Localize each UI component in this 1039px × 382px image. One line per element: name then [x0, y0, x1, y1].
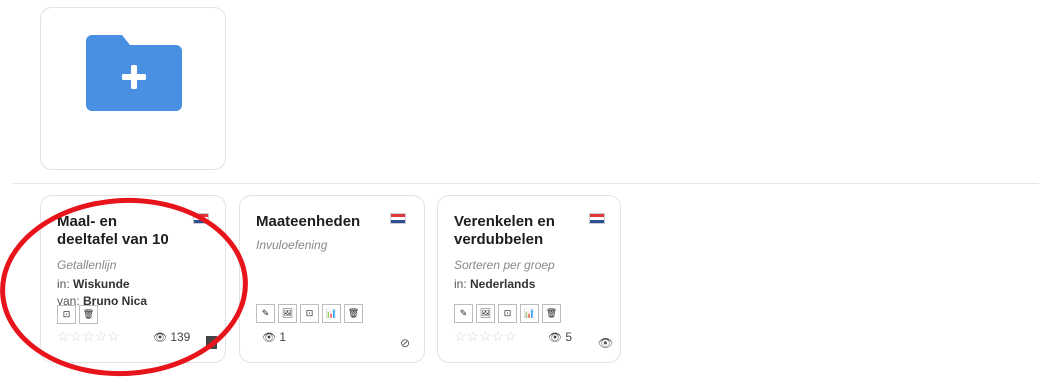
image-icon: 🖼 [479, 308, 492, 318]
folder-icon: ⊡ [503, 308, 512, 318]
dutch-flag-icon [193, 213, 209, 224]
eye-icon: 👁 [153, 332, 167, 344]
stats-button[interactable]: 📊 [520, 304, 539, 323]
edit-button[interactable]: ✎ [256, 304, 275, 323]
visibility-eye-icon[interactable]: 👁 [598, 336, 613, 350]
chart-icon: 📊 [523, 308, 536, 318]
new-folder-card[interactable] [40, 7, 226, 170]
delete-button[interactable]: 🗑 [344, 304, 363, 323]
card-toolbar: ⊡ 🗑 [57, 305, 98, 324]
pencil-icon: ✎ [459, 308, 468, 318]
card-category: in: Nederlands [454, 277, 536, 291]
trash-icon: 🗑 [82, 309, 95, 319]
exercise-card[interactable]: Maal- en deeltafel van 10 Getallenlijn i… [40, 195, 226, 363]
chart-icon: 📊 [325, 308, 338, 318]
view-count: 👁 139 [153, 330, 191, 344]
view-count: 👁 1 [262, 330, 286, 344]
card-title[interactable]: Maateenheden [256, 213, 381, 231]
folder-icon: ⊡ [62, 309, 71, 319]
trash-icon: 🗑 [545, 308, 558, 318]
pencil-icon: ✎ [261, 308, 270, 318]
card-subtitle: Sorteren per groep [454, 258, 555, 272]
trash-icon: 🗑 [347, 308, 360, 318]
section-divider [13, 183, 1039, 184]
card-title[interactable]: Verenkelen en verdubbelen [454, 213, 579, 249]
delete-button[interactable]: 🗑 [542, 304, 561, 323]
card-title[interactable]: Maal- en deeltafel van 10 [57, 213, 182, 249]
delete-button[interactable]: 🗑 [79, 305, 98, 324]
card-category: in: Wiskunde [57, 277, 130, 291]
status-square-icon [206, 336, 217, 349]
dutch-flag-icon [589, 213, 605, 224]
card-subtitle: Getallenlijn [57, 258, 117, 272]
card-toolbar: ✎ 🖼 ⊡ 📊 🗑 [256, 304, 363, 323]
image-button[interactable]: 🖼 [278, 304, 297, 323]
move-folder-button[interactable]: ⊡ [57, 305, 76, 324]
eye-icon: 👁 [548, 332, 562, 344]
rating-stars[interactable]: ☆☆☆☆☆ [454, 328, 517, 345]
exercise-card[interactable]: Maateenheden Invuloefening ✎ 🖼 ⊡ 📊 🗑 👁 1… [239, 195, 425, 363]
move-folder-button[interactable]: ⊡ [300, 304, 319, 323]
eye-icon: 👁 [262, 332, 276, 344]
image-button[interactable]: 🖼 [476, 304, 495, 323]
eye-slash-icon[interactable]: ⊘ [400, 336, 410, 350]
dutch-flag-icon [390, 213, 406, 224]
folder-icon: ⊡ [305, 308, 314, 318]
folder-plus-icon [86, 35, 182, 111]
image-icon: 🖼 [281, 308, 294, 318]
card-toolbar: ✎ 🖼 ⊡ 📊 🗑 [454, 304, 561, 323]
view-count: 👁 5 [548, 330, 572, 344]
stats-button[interactable]: 📊 [322, 304, 341, 323]
exercise-card[interactable]: Verenkelen en verdubbelen Sorteren per g… [437, 195, 621, 363]
move-folder-button[interactable]: ⊡ [498, 304, 517, 323]
card-subtitle: Invuloefening [256, 238, 328, 252]
edit-button[interactable]: ✎ [454, 304, 473, 323]
rating-stars[interactable]: ☆☆☆☆☆ [57, 328, 120, 345]
